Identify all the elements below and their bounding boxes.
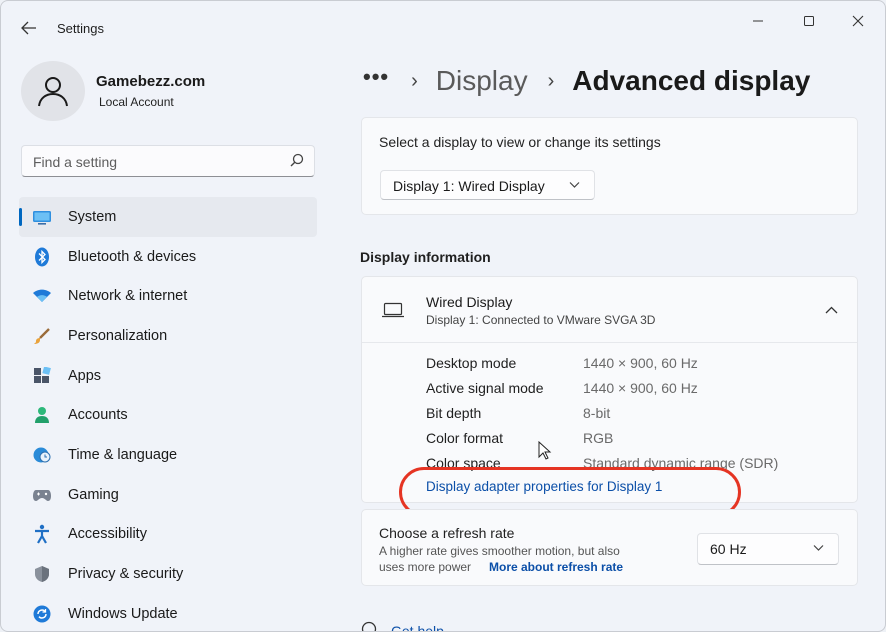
wifi-icon (32, 286, 52, 306)
refresh-rate-description: uses more power (379, 560, 472, 574)
info-row-desktop-mode: Desktop mode 1440 × 900, 60 Hz (426, 351, 846, 376)
chevron-up-icon (825, 306, 837, 314)
title-bar: Settings (1, 1, 885, 49)
display-info-list: Desktop mode 1440 × 900, 60 Hz Active si… (426, 351, 846, 476)
display-info-header[interactable]: Wired Display Display 1: Connected to VM… (362, 277, 857, 343)
sidebar-item-label: Accounts (68, 407, 128, 424)
sidebar-item-windows-update[interactable]: Windows Update (19, 594, 317, 631)
active-indicator (19, 208, 22, 226)
info-value: RGB (583, 430, 614, 446)
info-value: 1440 × 900, 60 Hz (583, 355, 698, 371)
minimize-button[interactable] (735, 9, 781, 33)
sidebar-item-label: Bluetooth & devices (68, 248, 197, 265)
maximize-button[interactable] (786, 9, 832, 33)
breadcrumb-chevron-icon: › (547, 69, 555, 92)
info-row-bit-depth: Bit depth 8-bit (426, 401, 846, 426)
sidebar-item-label: Windows Update (68, 605, 178, 622)
settings-window: Settings Gamebezz.com Local Account Find… (0, 0, 886, 632)
sidebar-item-label: Accessibility (68, 526, 147, 543)
get-help-label: Get help (391, 623, 444, 632)
breadcrumb: ••• › Display › Advanced display (363, 61, 810, 101)
search-icon (290, 153, 304, 167)
laptop-icon (382, 302, 404, 318)
person-icon (32, 405, 52, 425)
close-button[interactable] (835, 9, 881, 33)
chevron-down-icon (569, 182, 580, 188)
info-row-active-signal-mode: Active signal mode 1440 × 900, 60 Hz (426, 376, 846, 401)
sidebar-item-accounts[interactable]: Accounts (19, 395, 317, 435)
info-value: 1440 × 900, 60 Hz (583, 380, 698, 396)
accessibility-icon (32, 524, 52, 544)
display-name: Wired Display (426, 294, 513, 310)
system-icon (32, 207, 52, 227)
sidebar-item-personalization[interactable]: Personalization (19, 316, 317, 356)
mouse-cursor-icon (538, 441, 552, 460)
section-title-display-information: Display information (360, 249, 491, 265)
sidebar-item-label: System (68, 208, 117, 225)
info-value: 8-bit (583, 405, 611, 421)
sidebar-item-label: Time & language (68, 446, 178, 463)
maximize-icon (804, 16, 814, 26)
refresh-rate-card: Choose a refresh rate A higher rate give… (361, 509, 858, 586)
sidebar-item-apps[interactable]: Apps (19, 356, 317, 396)
search-input[interactable]: Find a setting (21, 145, 315, 177)
back-button[interactable] (15, 15, 43, 41)
minimize-icon (753, 20, 763, 22)
display-select-dropdown[interactable]: Display 1: Wired Display (380, 170, 595, 200)
apps-icon (32, 366, 52, 386)
breadcrumb-chevron-icon: › (411, 69, 418, 92)
display-connection-status: Display 1: Connected to VMware SVGA 3D (426, 313, 656, 327)
breadcrumb-overflow-button[interactable]: ••• (363, 64, 389, 90)
sidebar-item-bluetooth[interactable]: Bluetooth & devices (19, 237, 317, 277)
refresh-rate-description: A higher rate gives smoother motion, but… (379, 544, 620, 558)
update-icon (32, 604, 52, 624)
sidebar-item-network[interactable]: Network & internet (19, 276, 317, 316)
refresh-rate-dropdown[interactable]: 60 Hz (697, 533, 839, 565)
info-label: Bit depth (426, 405, 482, 421)
display-select-prompt: Select a display to view or change its s… (379, 134, 661, 150)
help-icon (361, 621, 377, 631)
sidebar-item-time-language[interactable]: Time & language (19, 435, 317, 475)
arrow-left-icon (21, 21, 36, 35)
page-title: Advanced display (572, 65, 811, 96)
sidebar-item-label: Apps (68, 367, 102, 384)
sidebar-item-system[interactable]: System (19, 197, 317, 237)
sidebar-item-gaming[interactable]: Gaming (19, 475, 317, 515)
info-label: Color format (426, 430, 504, 446)
chevron-down-icon (813, 545, 824, 551)
display-select-card: Select a display to view or change its s… (361, 117, 858, 215)
avatar (21, 61, 85, 121)
info-label: Desktop mode (426, 355, 517, 371)
sidebar-item-accessibility[interactable]: Accessibility (19, 515, 317, 555)
search-placeholder: Find a setting (33, 154, 118, 170)
display-select-value: Display 1: Wired Display (393, 178, 545, 194)
close-icon (852, 15, 864, 27)
sidebar-item-label: Privacy & security (68, 566, 184, 583)
refresh-rate-learn-more-link[interactable]: More about refresh rate (489, 560, 623, 574)
globe-clock-icon (32, 445, 52, 465)
app-title: Settings (57, 21, 104, 36)
refresh-rate-value: 60 Hz (710, 541, 747, 557)
sidebar-item-privacy-security[interactable]: Privacy & security (19, 554, 317, 594)
controller-icon (32, 485, 52, 505)
brush-icon (32, 326, 52, 346)
breadcrumb-parent-link[interactable]: Display (436, 65, 528, 97)
person-icon (38, 77, 68, 107)
sidebar-item-label: Gaming (68, 486, 119, 503)
info-label: Active signal mode (426, 380, 544, 396)
sidebar-item-label: Personalization (68, 327, 168, 344)
info-row-color-format: Color format RGB (426, 426, 846, 451)
profile-account-type: Local Account (99, 95, 174, 109)
bluetooth-icon (32, 247, 52, 267)
sidebar-nav: System Bluetooth & devices Network & int… (19, 197, 317, 631)
refresh-rate-title: Choose a refresh rate (379, 525, 515, 541)
get-help-link[interactable]: Get help (361, 621, 444, 632)
shield-icon (32, 564, 52, 584)
profile-name: Gamebezz.com (96, 73, 206, 90)
sidebar-item-label: Network & internet (68, 288, 188, 305)
collapse-button[interactable] (819, 299, 843, 321)
